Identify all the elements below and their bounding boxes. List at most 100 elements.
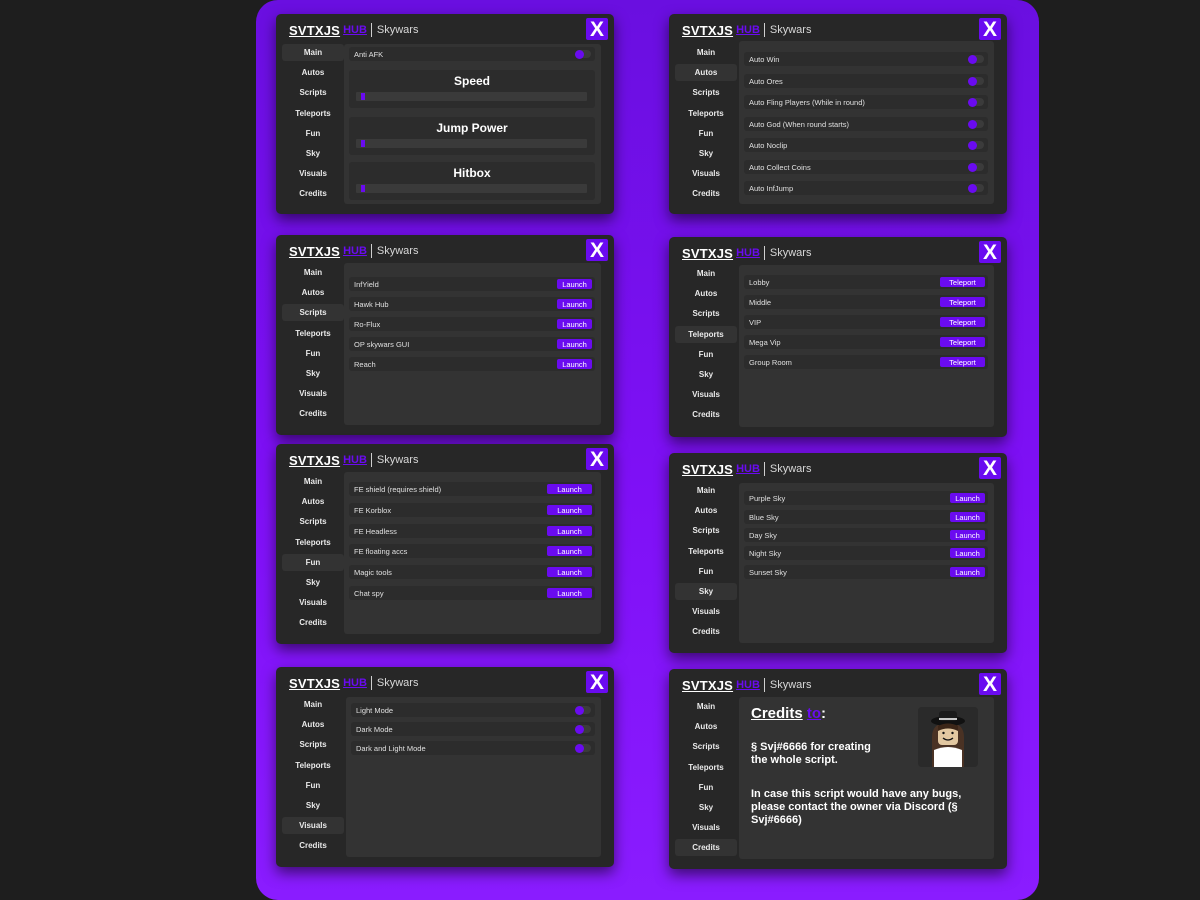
launch-button[interactable]: Launch <box>950 493 985 503</box>
sidebar-item-main[interactable]: Main <box>675 482 737 499</box>
sidebar-item-visuals[interactable]: Visuals <box>282 817 344 835</box>
sidebar-item-fun[interactable]: Fun <box>675 125 737 142</box>
sidebar-item-main[interactable]: Main <box>282 44 344 61</box>
speed-slider[interactable] <box>356 92 587 101</box>
sidebar-item-teleports[interactable]: Teleports <box>675 543 737 560</box>
sidebar-item-sky[interactable]: Sky <box>675 799 737 816</box>
launch-button[interactable]: Launch <box>557 279 592 289</box>
sidebar-item-teleports[interactable]: Teleports <box>282 534 344 551</box>
launch-button[interactable]: Launch <box>547 484 592 494</box>
sidebar-item-visuals[interactable]: Visuals <box>675 603 737 620</box>
close-button[interactable]: X <box>979 18 1001 40</box>
close-button[interactable]: X <box>979 241 1001 263</box>
jump-power-slider[interactable] <box>356 139 587 148</box>
sidebar-item-sky[interactable]: Sky <box>282 797 344 814</box>
sidebar-item-autos[interactable]: Autos <box>675 285 737 302</box>
sidebar-item-autos[interactable]: Autos <box>282 493 344 510</box>
close-button[interactable]: X <box>586 671 608 693</box>
hitbox-slider-handle[interactable] <box>361 185 365 192</box>
launch-button[interactable]: Launch <box>557 359 592 369</box>
sidebar-item-main[interactable]: Main <box>282 696 344 713</box>
sidebar-item-credits[interactable]: Credits <box>675 185 737 202</box>
sidebar-item-fun[interactable]: Fun <box>282 125 344 142</box>
sidebar-item-visuals[interactable]: Visuals <box>675 386 737 403</box>
auto-toggle[interactable] <box>968 76 984 86</box>
sidebar-item-scripts[interactable]: Scripts <box>675 522 737 539</box>
sidebar-item-sky[interactable]: Sky <box>282 365 344 382</box>
sidebar-item-credits[interactable]: Credits <box>282 837 344 854</box>
sidebar-item-autos[interactable]: Autos <box>282 64 344 81</box>
auto-toggle[interactable] <box>968 119 984 129</box>
sidebar-item-credits[interactable]: Credits <box>282 614 344 631</box>
sidebar-item-scripts[interactable]: Scripts <box>282 736 344 753</box>
launch-button[interactable]: Launch <box>547 526 592 536</box>
visual-toggle[interactable] <box>575 705 591 715</box>
sidebar-item-visuals[interactable]: Visuals <box>675 819 737 836</box>
sidebar-item-fun[interactable]: Fun <box>675 563 737 580</box>
sidebar-item-scripts[interactable]: Scripts <box>282 513 344 530</box>
close-button[interactable]: X <box>586 18 608 40</box>
hitbox-slider[interactable] <box>356 184 587 193</box>
sidebar-item-fun[interactable]: Fun <box>282 345 344 362</box>
sidebar-item-main[interactable]: Main <box>675 265 737 282</box>
auto-toggle[interactable] <box>968 97 984 107</box>
sidebar-item-sky[interactable]: Sky <box>282 145 344 162</box>
sidebar-item-teleports[interactable]: Teleports <box>675 325 737 343</box>
launch-button[interactable]: Launch <box>547 546 592 556</box>
sidebar-item-autos[interactable]: Autos <box>675 502 737 519</box>
sidebar-item-visuals[interactable]: Visuals <box>282 385 344 402</box>
sidebar-item-visuals[interactable]: Visuals <box>282 165 344 182</box>
sidebar-item-scripts[interactable]: Scripts <box>675 84 737 101</box>
sidebar-item-fun[interactable]: Fun <box>675 346 737 363</box>
sidebar-item-scripts[interactable]: Scripts <box>675 738 737 755</box>
sidebar-item-autos[interactable]: Autos <box>282 284 344 301</box>
sidebar-item-main[interactable]: Main <box>282 473 344 490</box>
sidebar-item-teleports[interactable]: Teleports <box>675 759 737 776</box>
sidebar-item-main[interactable]: Main <box>675 698 737 715</box>
teleport-button[interactable]: Teleport <box>940 277 985 287</box>
sidebar-item-credits[interactable]: Credits <box>675 623 737 640</box>
visual-toggle[interactable] <box>575 724 591 734</box>
launch-button[interactable]: Launch <box>547 588 592 598</box>
sidebar-item-fun[interactable]: Fun <box>282 777 344 794</box>
sidebar-item-scripts[interactable]: Scripts <box>282 304 344 322</box>
speed-slider-handle[interactable] <box>361 93 365 100</box>
close-button[interactable]: X <box>979 457 1001 479</box>
launch-button[interactable]: Launch <box>950 567 985 577</box>
sidebar-item-teleports[interactable]: Teleports <box>282 105 344 122</box>
sidebar-item-visuals[interactable]: Visuals <box>282 594 344 611</box>
sidebar-item-credits[interactable]: Credits <box>675 839 737 857</box>
sidebar-item-main[interactable]: Main <box>282 264 344 281</box>
auto-toggle[interactable] <box>968 162 984 172</box>
launch-button[interactable]: Launch <box>950 512 985 522</box>
sidebar-item-teleports[interactable]: Teleports <box>675 105 737 122</box>
teleport-button[interactable]: Teleport <box>940 317 985 327</box>
launch-button[interactable]: Launch <box>950 548 985 558</box>
launch-button[interactable]: Launch <box>547 505 592 515</box>
close-button[interactable]: X <box>586 448 608 470</box>
launch-button[interactable]: Launch <box>950 530 985 540</box>
close-button[interactable]: X <box>979 673 1001 695</box>
sidebar-item-sky[interactable]: Sky <box>282 574 344 591</box>
sidebar-item-fun[interactable]: Fun <box>282 553 344 571</box>
auto-toggle[interactable] <box>968 54 984 64</box>
visual-toggle[interactable] <box>575 743 591 753</box>
teleport-button[interactable]: Teleport <box>940 297 985 307</box>
sidebar-item-fun[interactable]: Fun <box>675 779 737 796</box>
sidebar-item-credits[interactable]: Credits <box>282 405 344 422</box>
sidebar-item-autos[interactable]: Autos <box>282 716 344 733</box>
launch-button[interactable]: Launch <box>557 299 592 309</box>
sidebar-item-scripts[interactable]: Scripts <box>675 305 737 322</box>
jump-power-slider-handle[interactable] <box>361 140 365 147</box>
launch-button[interactable]: Launch <box>557 319 592 329</box>
auto-toggle[interactable] <box>968 183 984 193</box>
sidebar-item-sky[interactable]: Sky <box>675 366 737 383</box>
launch-button[interactable]: Launch <box>547 567 592 577</box>
auto-toggle[interactable] <box>968 140 984 150</box>
sidebar-item-teleports[interactable]: Teleports <box>282 757 344 774</box>
teleport-button[interactable]: Teleport <box>940 337 985 347</box>
sidebar-item-scripts[interactable]: Scripts <box>282 84 344 101</box>
sidebar-item-visuals[interactable]: Visuals <box>675 165 737 182</box>
launch-button[interactable]: Launch <box>557 339 592 349</box>
sidebar-item-credits[interactable]: Credits <box>282 185 344 202</box>
